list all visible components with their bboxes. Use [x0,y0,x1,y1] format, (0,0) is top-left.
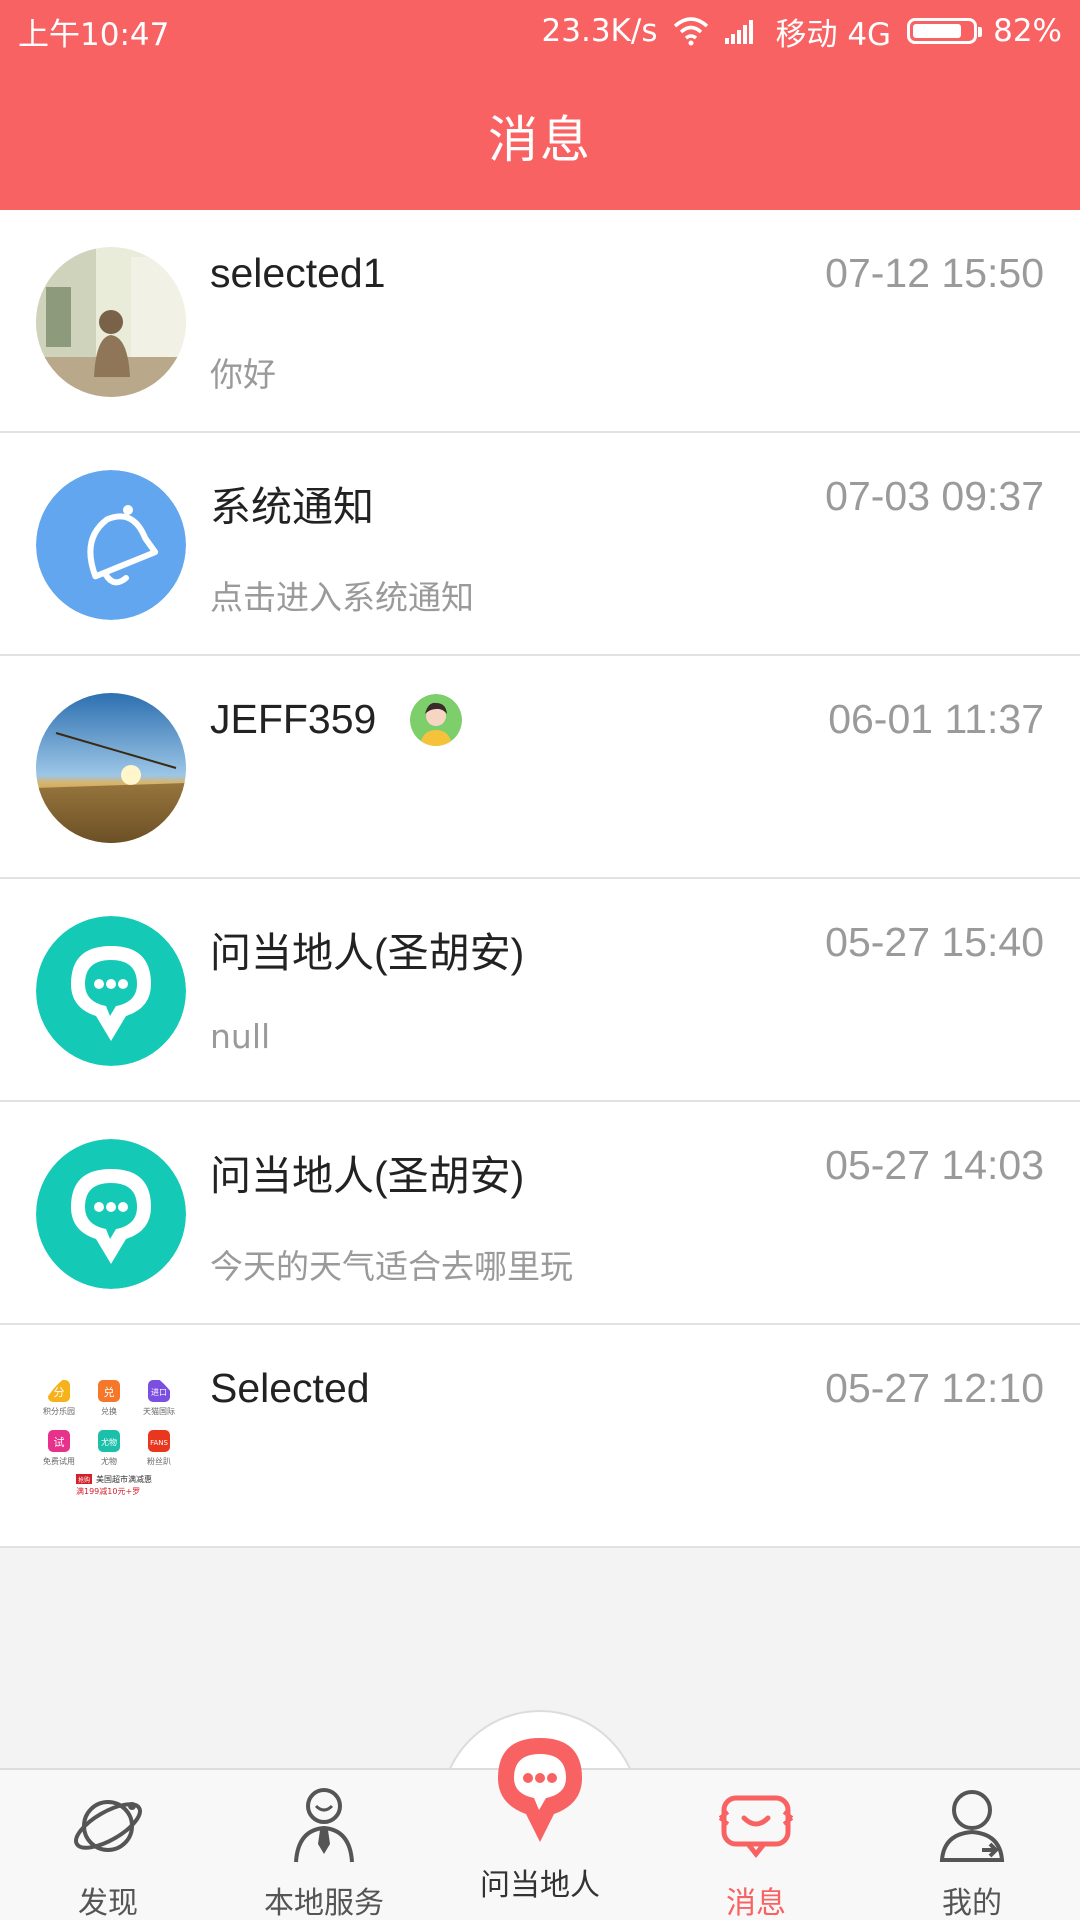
status-time: 上午10:47 [18,16,170,53]
conversation-row[interactable]: 问当地人(圣胡安) 05-27 14:03 今天的天气适合去哪里玩 [0,1102,1080,1325]
grid-item-label: 分 [54,1386,65,1399]
grid-item-caption: 天猫国际 [143,1406,175,1416]
grid-item-label: FANS [150,1439,168,1447]
conversation-name: 系统通知 [210,484,374,530]
tab-messages[interactable]: 消息 [648,1770,864,1920]
grid-item-label: 进口 [151,1388,167,1397]
carrier-label: 移动 4G [775,16,892,53]
conversation-time: 05-27 12:10 [825,1365,1044,1411]
conversation-preview: null [210,1017,271,1056]
grid-item-label: 尤物 [101,1437,117,1447]
conversation-time: 05-27 14:03 [825,1142,1044,1188]
grid-item-caption: 粉丝趴 [147,1456,171,1466]
conversation-row[interactable]: selected1 07-12 15:50 你好 [0,210,1080,433]
tab-profile[interactable]: 我的 [864,1770,1080,1920]
app-grid-avatar: 分 积分乐园 兑 兑换 进口 天猫国际 试 免费试用 尤物 尤物 FANS 粉丝… [36,1362,186,1512]
grid-item-label: 试 [54,1436,65,1449]
conversation-time: 05-27 15:40 [825,919,1044,965]
tab-label: 问当地人 [480,1868,600,1903]
conversation-time: 07-12 15:50 [825,250,1044,296]
tab-label: 本地服务 [264,1886,384,1920]
tab-label: 发现 [78,1886,138,1920]
battery-icon [907,18,983,44]
photo-avatar [36,693,186,843]
conversation-row[interactable]: 问当地人(圣胡安) 05-27 15:40 null [0,879,1080,1102]
tab-discover[interactable]: 发现 [0,1770,216,1920]
conversation-list: selected1 07-12 15:50 你好 系统通知 07-03 09:3… [0,210,1080,1548]
tab-local-services[interactable]: 本地服务 [216,1770,432,1920]
chat-pin-icon [498,1738,582,1842]
user-badge-icon [410,694,462,746]
conversation-preview: 点击进入系统通知 [210,578,474,617]
conversation-row[interactable]: 分 积分乐园 兑 兑换 进口 天猫国际 试 免费试用 尤物 尤物 FANS 粉丝… [0,1325,1080,1548]
person-tie-icon [294,1788,354,1863]
chat-pin-icon [36,916,186,1066]
conversation-name: Selected [210,1365,370,1411]
conversation-row[interactable]: JEFF359 06-01 11:37 [0,656,1080,879]
conversation-time: 06-01 11:37 [828,696,1044,742]
conversation-name: JEFF359 [210,696,377,742]
photo-avatar [36,247,186,397]
grid-item-caption: 尤物 [101,1456,117,1466]
bell-icon [36,470,186,620]
grid-item-caption: 兑换 [101,1406,117,1416]
conversation-name: 问当地人(圣胡安) [210,1153,525,1199]
conversation-time: 07-03 09:37 [825,473,1044,519]
promo-text: 美国超市满减惠 [96,1474,152,1484]
battery-percent: 82% [993,13,1062,49]
net-speed: 23.3K/s [541,13,658,49]
promo-tag: 抢购 [78,1476,90,1484]
page-title: 消息 [488,111,592,169]
message-icon [718,1795,794,1859]
orbit-icon [74,1800,142,1852]
app-header: 上午10:47 23.3K/s 移动 4G 82% 消息 [0,0,1080,210]
conversation-name: 问当地人(圣胡安) [210,930,525,976]
profile-icon [939,1790,1005,1862]
status-bar: 上午10:47 23.3K/s 移动 4G 82% [0,0,1080,62]
promo-subtext: 满199减10元+罗 [76,1486,140,1496]
tab-label: 消息 [726,1886,786,1920]
tab-label: 我的 [942,1886,1002,1920]
tab-ask-locals[interactable]: 问当地人 [440,1720,640,1920]
wifi-icon [674,17,709,46]
grid-item-caption: 免费试用 [43,1456,75,1466]
chat-pin-icon [36,1139,186,1289]
conversation-preview: 今天的天气适合去哪里玩 [210,1247,573,1286]
conversation-preview: 你好 [210,355,276,394]
grid-item-label: 兑 [104,1385,115,1399]
grid-item-caption: 积分乐园 [43,1406,75,1416]
conversation-row[interactable]: 系统通知 07-03 09:37 点击进入系统通知 [0,433,1080,656]
signal-icon [725,20,754,44]
conversation-name: selected1 [210,250,386,296]
